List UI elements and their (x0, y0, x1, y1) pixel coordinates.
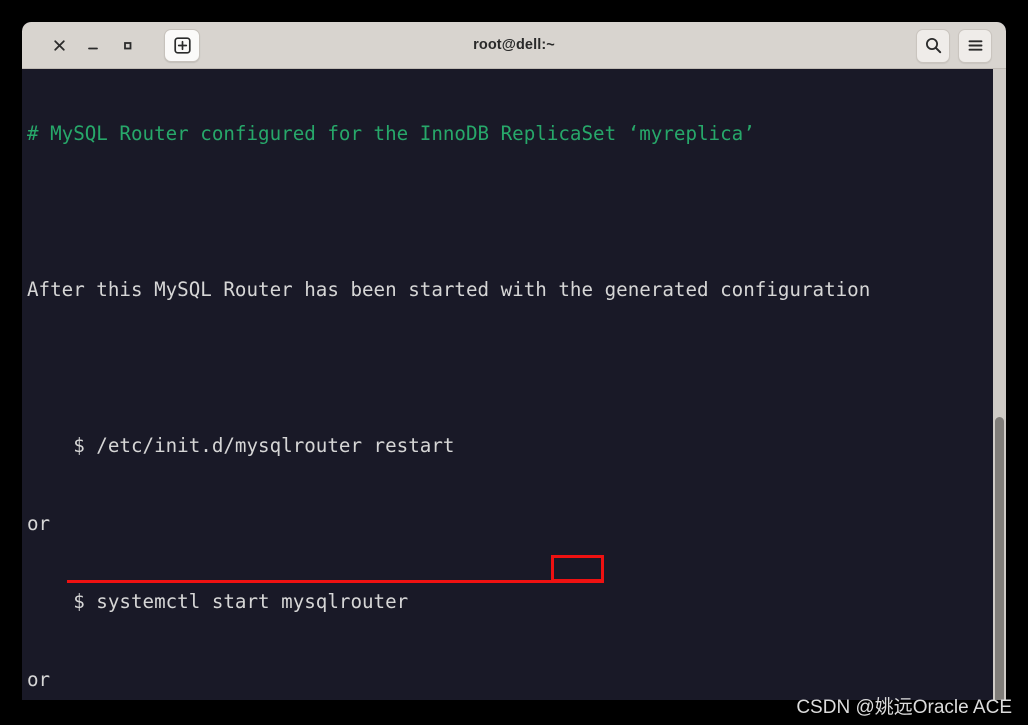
plus-in-square-icon (173, 37, 191, 54)
maximize-icon (123, 42, 131, 50)
search-icon (925, 38, 941, 54)
watermark: CSDN @姚远Oracle ACE (796, 697, 1012, 718)
scrollbar-thumb[interactable] (995, 417, 1004, 700)
new-tab-button[interactable] (164, 29, 200, 62)
terminal-line: $ systemctl start mysqlrouter (27, 590, 409, 613)
titlebar-actions (916, 22, 992, 69)
terminal-line: or (27, 668, 51, 691)
screen: root@dell:~ # MySQL Router configured fo… (0, 0, 1028, 725)
close-icon (53, 40, 65, 51)
terminal-line: or (27, 512, 51, 535)
terminal-line: # MySQL Router configured for the InnoDB… (27, 122, 755, 145)
minimize-icon (88, 47, 98, 50)
terminal-line: $ /etc/init.d/mysqlrouter restart (27, 434, 455, 457)
terminal-scrollbar[interactable] (993, 69, 1006, 700)
close-button[interactable] (44, 31, 74, 61)
menu-button[interactable] (958, 28, 992, 63)
window-titlebar: root@dell:~ (22, 22, 1006, 69)
terminal-line: After this MySQL Router has been started… (27, 278, 871, 301)
terminal-window: root@dell:~ # MySQL Router configured fo… (22, 22, 1006, 700)
terminal-output-area[interactable]: # MySQL Router configured for the InnoDB… (22, 69, 1006, 700)
maximize-button[interactable] (112, 31, 142, 61)
window-controls-group (22, 22, 200, 69)
minimize-button[interactable] (78, 31, 108, 61)
terminal-text: # MySQL Router configured for the InnoDB… (27, 69, 870, 700)
search-button[interactable] (916, 28, 950, 63)
hamburger-menu-icon (968, 40, 982, 51)
